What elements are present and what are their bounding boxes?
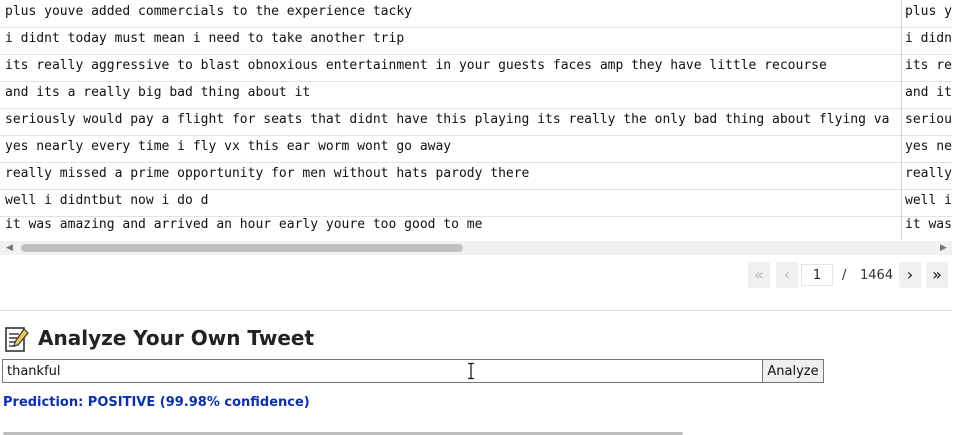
prediction-result: Prediction: POSITIVE (99.98% confidence) [3,395,310,410]
last-page-icon[interactable]: » [926,262,948,288]
tweet-text-cell: and its a really big bad thing about it [5,85,311,100]
section-divider [0,310,952,311]
tweet-text-cell: i didnt today must mean i need to take a… [5,31,405,46]
tweet-text-cell-2: and it [905,85,952,100]
section-title: Analyze Your Own Tweet [38,326,315,350]
tweet-text-cell-2: i didn [905,31,952,46]
scrollbar-thumb[interactable] [21,244,463,252]
prev-page-icon[interactable]: ‹ [776,262,798,288]
first-page-icon[interactable]: « [748,262,770,288]
tweet-text-cell: yes nearly every time i fly vx this ear … [5,139,452,154]
tweet-text-cell: really missed a prime opportunity for me… [5,166,530,181]
tweet-text-cell-2: really [905,166,952,181]
tweet-text-cell: plus youve added commercials to the expe… [5,4,412,19]
tweet-text-cell: seriously would pay a flight for seats t… [5,112,890,127]
scroll-left-icon[interactable]: ◀ [6,243,13,253]
tweet-text-cell-2: its re [905,58,952,73]
column-divider [901,108,902,135]
table-row: and its a really big bad thing about it … [0,81,952,109]
total-pages: 1464 [860,268,894,283]
table-row: it was amazing and arrived an hour early… [0,213,952,240]
analyze-button[interactable]: Analyze [762,359,824,383]
column-divider [901,135,902,162]
tweet-text-cell-2: well i [905,193,952,208]
scroll-right-icon[interactable]: ▶ [940,243,947,253]
tweet-text-cell-2: yes ne [905,139,952,154]
column-divider [901,213,902,240]
page-number-input[interactable] [801,264,833,286]
next-page-icon[interactable]: › [899,262,921,288]
tweet-text-cell-2: plus y [905,4,952,19]
table-row: seriously would pay a flight for seats t… [0,108,952,136]
table-row: its really aggressive to blast obnoxious… [0,54,952,82]
column-divider [901,54,902,81]
column-divider [901,81,902,108]
column-divider [901,162,902,189]
tweet-text-cell-2: it was [905,217,952,232]
tweet-input[interactable] [2,359,763,383]
table-row: yes nearly every time i fly vx this ear … [0,135,952,163]
page-separator: / [842,268,847,283]
table-row: really missed a prime opportunity for me… [0,162,952,190]
table-row: plus youve added commercials to the expe… [0,0,952,28]
table-row: i didnt today must mean i need to take a… [0,27,952,55]
column-divider [901,0,902,27]
tweet-text-cell-2: seriou [905,112,952,127]
tweet-text-cell: its really aggressive to blast obnoxious… [5,58,827,73]
column-divider [901,189,902,216]
tweet-text-cell: it was amazing and arrived an hour early… [5,217,483,232]
tweet-text-cell: well i didntbut now i do d [5,193,209,208]
text-cursor-icon [468,362,474,380]
column-divider [901,27,902,54]
memo-icon [5,327,29,352]
tweets-table: plus youve added commercials to the expe… [0,0,952,240]
horizontal-scrollbar[interactable]: ◀ ▶ [0,241,952,255]
